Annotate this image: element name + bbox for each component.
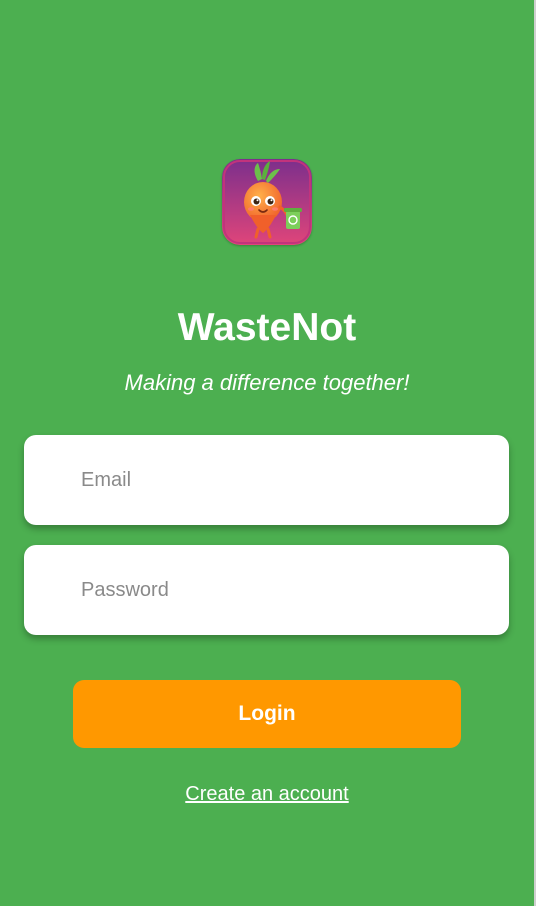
login-screen: WasteNot Making a difference together! L… — [0, 0, 534, 906]
create-account-link[interactable]: Create an account — [185, 783, 348, 805]
login-button[interactable]: Login — [73, 680, 461, 748]
email-field-container — [24, 435, 509, 525]
carrot-mascot-icon — [222, 159, 312, 245]
app-subtitle: Making a difference together! — [124, 370, 410, 395]
create-account-container: Create an account — [0, 780, 534, 808]
password-input[interactable] — [81, 545, 491, 635]
app-title: WasteNot — [177, 306, 357, 349]
email-input[interactable] — [81, 435, 491, 525]
password-field-container — [24, 545, 509, 635]
app-logo — [222, 159, 312, 245]
